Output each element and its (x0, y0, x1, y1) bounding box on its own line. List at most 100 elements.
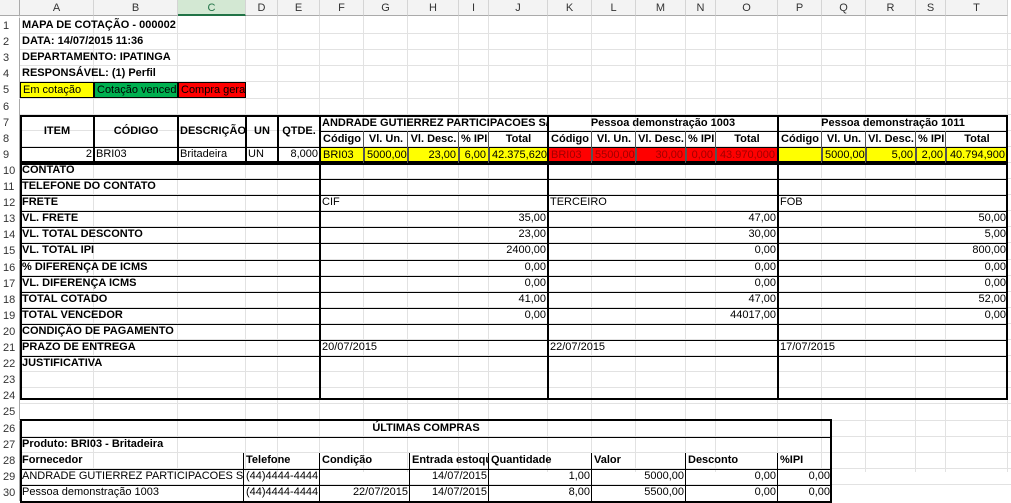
legend-1[interactable]: Em cotação (20, 82, 94, 98)
sub-divider (865, 131, 866, 163)
responsible-cell[interactable]: RESPONSÁVEL: (1) Perfil (20, 66, 320, 82)
gridline (20, 403, 1011, 404)
lp-col-line (777, 453, 778, 503)
legend-2[interactable]: Cotação vencedora (94, 82, 178, 98)
lp-line (20, 469, 832, 470)
row-header[interactable]: 27 (0, 437, 20, 453)
column-header[interactable]: C (178, 0, 246, 16)
row-header[interactable]: 29 (0, 469, 20, 485)
column-header[interactable]: F (320, 0, 364, 16)
sub-divider (685, 131, 686, 163)
sub-divider (407, 131, 408, 163)
summary-row-line (20, 276, 1008, 277)
row-header[interactable]: 30 (0, 485, 20, 501)
summary-row-line (20, 211, 1008, 212)
column-header[interactable]: S (916, 0, 946, 16)
row-header[interactable]: 23 (0, 372, 20, 388)
column-header[interactable]: B (94, 0, 178, 16)
department-cell[interactable]: DEPARTAMENTO: IPATINGA (20, 50, 320, 66)
row-header[interactable]: 11 (0, 179, 20, 195)
spreadsheet[interactable]: A B C D E F G H I J K L M N O P Q R S T 1 2 3 4 5 6 7 8 9 10 11 12 13 14 1… (0, 0, 1011, 503)
column-header[interactable]: H (408, 0, 459, 16)
lp-line (20, 485, 832, 486)
row-header[interactable]: 21 (0, 340, 20, 356)
lp-col-line (591, 453, 592, 503)
sub-divider (635, 131, 636, 163)
date-cell[interactable]: DATA: 14/07/2015 11:36 (20, 34, 320, 50)
column-header[interactable]: M (636, 0, 686, 16)
column-header[interactable]: Q (822, 0, 866, 16)
summary-col-line (777, 163, 779, 400)
column-header[interactable]: I (459, 0, 489, 16)
column-header[interactable]: T (946, 0, 1008, 16)
summary-row-line (20, 340, 1008, 341)
row-header[interactable]: 4 (0, 66, 20, 82)
column-header[interactable]: N (686, 0, 716, 16)
row-header[interactable]: 3 (0, 50, 20, 66)
supplier-divider (320, 131, 1008, 132)
sub-divider (915, 131, 916, 163)
legend-3[interactable]: Compra gerada (178, 82, 246, 98)
row-header[interactable]: 14 (0, 227, 20, 243)
column-header[interactable]: K (548, 0, 592, 16)
column-header[interactable]: G (364, 0, 408, 16)
row-header[interactable]: 5 (0, 82, 20, 98)
lp-col-line (319, 453, 320, 503)
sub-divider (488, 131, 489, 163)
select-all-corner[interactable] (0, 0, 20, 16)
row-header[interactable]: 26 (0, 421, 20, 437)
row-header[interactable]: 28 (0, 453, 20, 469)
row-header[interactable]: 16 (0, 260, 20, 276)
row-header[interactable]: 13 (0, 211, 20, 227)
sub-divider (715, 131, 716, 163)
row-header[interactable]: 9 (0, 147, 20, 163)
column-header[interactable]: R (866, 0, 916, 16)
sub-divider (363, 131, 364, 163)
row-header[interactable]: 20 (0, 324, 20, 340)
row-header[interactable]: 24 (0, 388, 20, 404)
col-divider (547, 115, 549, 163)
summary-row-line (20, 292, 1008, 293)
column-header[interactable]: J (489, 0, 548, 16)
row-header[interactable]: 7 (0, 115, 20, 131)
summary-row-line (20, 179, 1008, 180)
lp-col-line (685, 453, 686, 503)
column-header[interactable]: P (778, 0, 822, 16)
row-header[interactable]: 25 (0, 404, 20, 420)
summary-row-line (20, 227, 1008, 228)
row-header[interactable]: 6 (0, 99, 20, 115)
lp-line (20, 437, 832, 438)
col-divider (245, 115, 247, 163)
column-header[interactable]: D (246, 0, 278, 16)
sub-divider (591, 131, 592, 163)
last-purchases-border (20, 419, 832, 503)
row-header[interactable]: 2 (0, 34, 20, 50)
sub-divider (458, 131, 459, 163)
row-header[interactable]: 22 (0, 356, 20, 372)
lp-col-line (409, 453, 410, 503)
summary-col-line (319, 163, 321, 400)
row-header[interactable]: 10 (0, 163, 20, 179)
row-header[interactable]: 17 (0, 276, 20, 292)
col-divider (93, 115, 95, 163)
summary-row-line (20, 324, 1008, 325)
summary-row-line (20, 308, 1008, 309)
gridline (20, 98, 1011, 99)
column-header[interactable]: L (592, 0, 636, 16)
row-header[interactable]: 15 (0, 243, 20, 259)
title-cell[interactable]: MAPA DE COTAÇÃO - 000002 (20, 18, 320, 34)
col-divider (177, 115, 179, 163)
col-divider (777, 115, 779, 163)
row-header[interactable]: 12 (0, 195, 20, 211)
col-divider (277, 115, 279, 163)
lp-col-line (488, 453, 489, 503)
row-header[interactable]: 19 (0, 308, 20, 324)
row-header[interactable]: 8 (0, 131, 20, 147)
column-header[interactable]: O (716, 0, 778, 16)
column-header[interactable]: A (20, 0, 94, 16)
summary-row-line (20, 195, 1008, 196)
column-header[interactable]: E (278, 0, 320, 16)
row-header[interactable]: 18 (0, 292, 20, 308)
sub-divider (821, 131, 822, 163)
row-header[interactable]: 1 (0, 18, 20, 34)
